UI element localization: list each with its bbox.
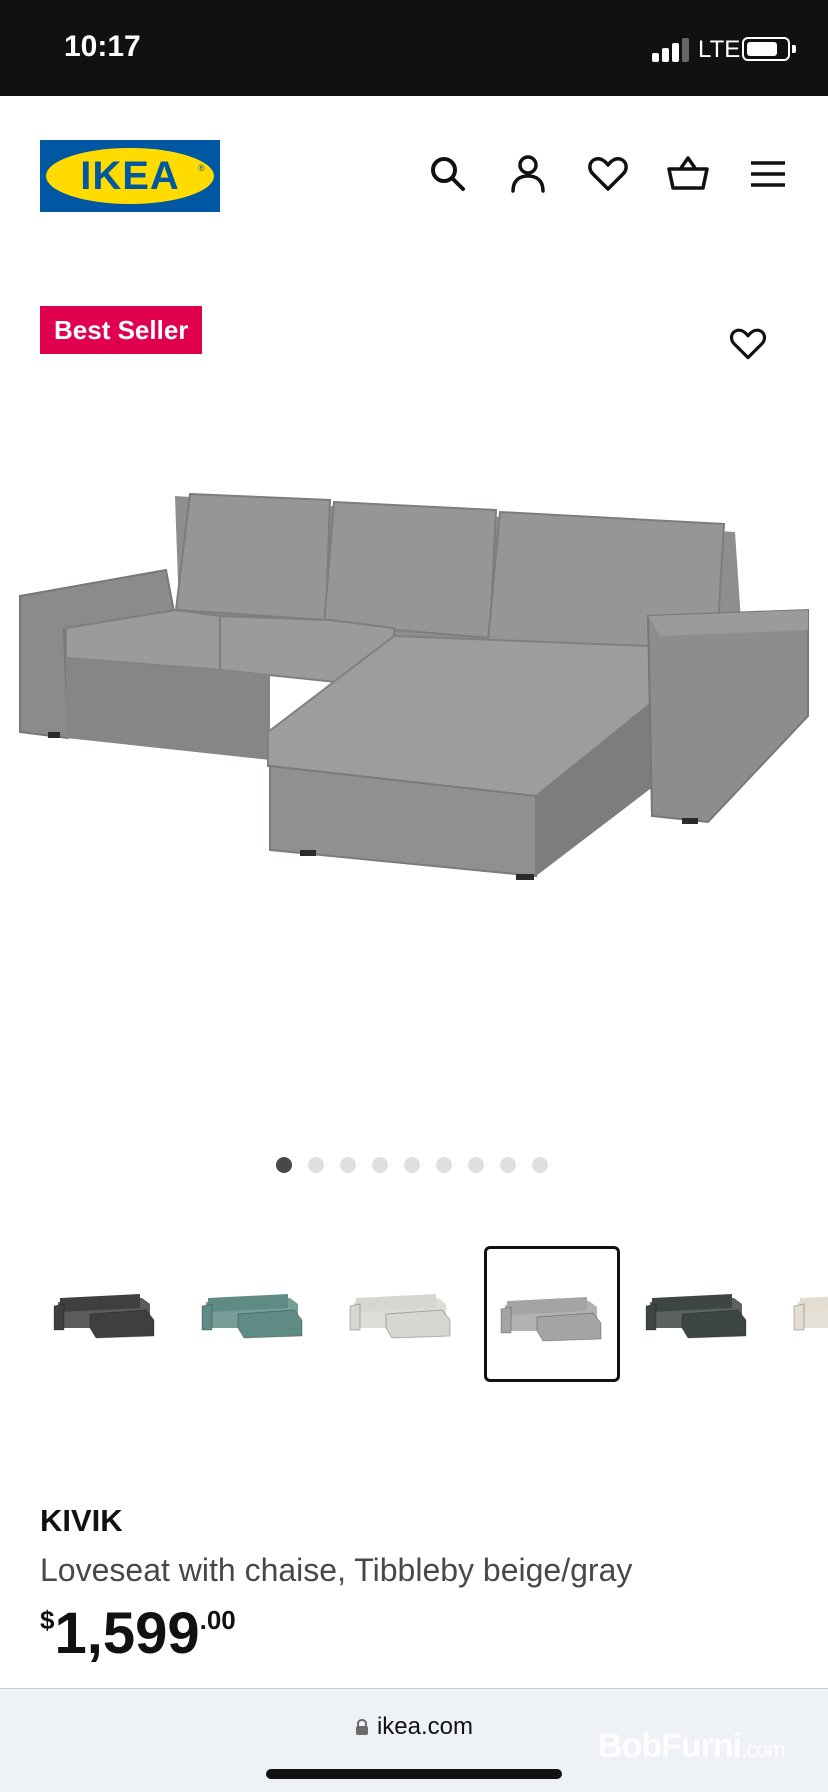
url-text: ikea.com — [376, 1713, 474, 1740]
home-indicator[interactable] — [266, 1769, 562, 1779]
sofa-thumbnail-image — [793, 1296, 828, 1331]
battery-cap — [792, 45, 796, 53]
carousel-dot[interactable] — [308, 1157, 324, 1173]
color-variant-thumbnail[interactable] — [780, 1246, 828, 1382]
price-main: 1,599 — [54, 1601, 200, 1666]
account-icon[interactable] — [506, 152, 550, 196]
sofa-thumbnail-image — [201, 1294, 303, 1339]
status-bar: 10:17 LTE — [0, 0, 828, 96]
product-price: $1,599.00 — [40, 1600, 236, 1667]
color-variant-thumbnail[interactable] — [484, 1246, 620, 1382]
search-icon[interactable] — [426, 152, 470, 196]
status-time: 10:17 — [64, 30, 141, 63]
carousel-dot[interactable] — [404, 1157, 420, 1173]
carousel-dot[interactable] — [500, 1157, 516, 1173]
color-variant-thumbnail[interactable] — [632, 1246, 768, 1382]
color-variant-thumbnail[interactable] — [188, 1246, 324, 1382]
color-variant-list — [0, 1244, 828, 1388]
network-type: LTE — [698, 36, 741, 63]
battery-icon — [742, 37, 790, 61]
ikea-logo[interactable]: IKEA ® — [40, 140, 220, 212]
lock-icon — [355, 1719, 368, 1735]
price-currency: $ — [40, 1605, 55, 1635]
carousel-dot[interactable] — [340, 1157, 356, 1173]
color-variant-thumbnail[interactable] — [40, 1246, 176, 1382]
menu-icon[interactable] — [746, 152, 790, 196]
carousel-dot[interactable] — [372, 1157, 388, 1173]
product-image[interactable] — [0, 470, 828, 910]
sofa-thumbnail-image — [53, 1294, 155, 1339]
best-seller-badge: Best Seller — [40, 306, 203, 354]
sofa-thumbnail-image — [500, 1297, 602, 1342]
carousel-dot[interactable] — [436, 1157, 452, 1173]
product-name: KIVIK — [40, 1503, 123, 1538]
carousel-dot[interactable] — [276, 1157, 292, 1173]
logo-text: IKEA — [80, 154, 180, 198]
heart-icon[interactable] — [586, 152, 630, 196]
watermark: BobFurni.com — [598, 1727, 786, 1765]
signal-icon — [652, 38, 692, 62]
add-to-favorites-icon[interactable] — [728, 324, 768, 364]
carousel-dot[interactable] — [468, 1157, 484, 1173]
carousel-dot[interactable] — [532, 1157, 548, 1173]
basket-icon[interactable] — [666, 152, 710, 196]
sofa-thumbnail-image — [645, 1294, 747, 1339]
browser-address-bar[interactable]: ikea.com BobFurni.com — [0, 1688, 828, 1792]
color-variant-thumbnail[interactable] — [336, 1246, 472, 1382]
product-description: Loveseat with chaise, Tibbleby beige/gra… — [40, 1552, 633, 1588]
sofa-thumbnail-image — [349, 1294, 451, 1339]
price-decimals: .00 — [199, 1605, 236, 1635]
